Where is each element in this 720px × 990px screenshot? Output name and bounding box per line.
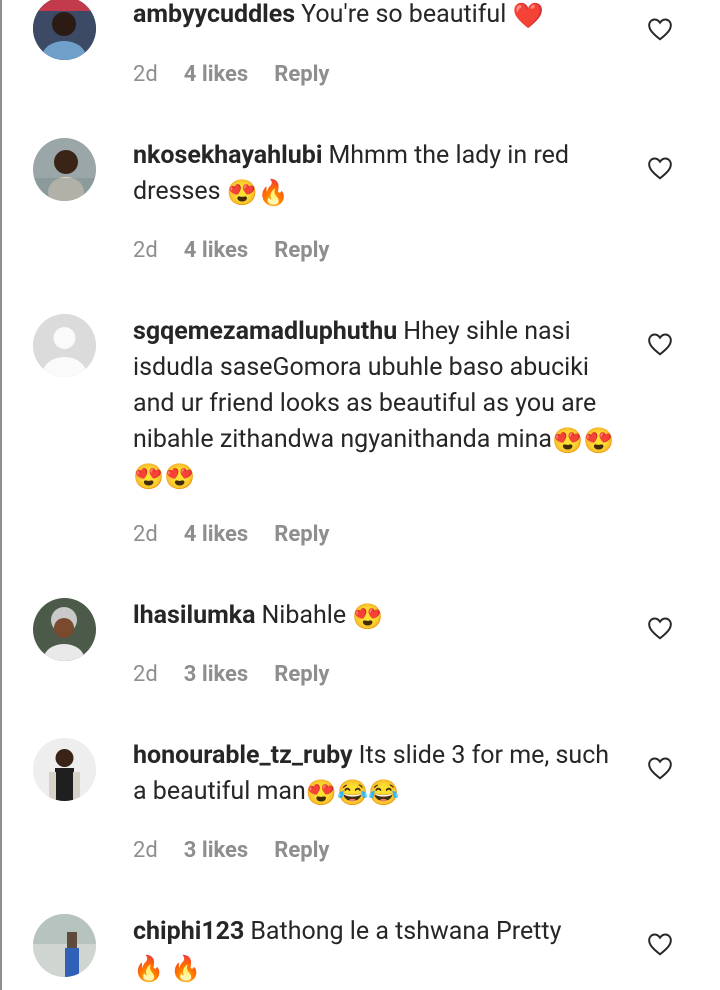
emoji: 🔥 [257,179,290,208]
heart-outline-icon[interactable] [647,17,673,41]
emoji: 😍 [133,463,165,492]
comment-message: Nibahle [261,601,347,630]
comment-username[interactable]: ambyycuddles [133,0,295,29]
avatar[interactable] [33,314,96,377]
heart-outline-icon[interactable] [647,756,673,780]
comment-meta: 2d 3 likes Reply [133,662,329,687]
comment-text: nkosekhayahlubi Mhmm the lady in red dres… [133,138,623,210]
emoji: 😍 [352,603,384,632]
comment-username[interactable]: honourable_tz_ruby [133,741,353,770]
emoji: 😂 [368,779,400,808]
reply-button[interactable]: Reply [274,662,329,687]
avatar[interactable] [33,738,96,801]
comment-meta: 2d 4 likes Reply [133,238,329,263]
comment-username[interactable]: lhasilumka [133,601,255,630]
comment-username[interactable]: chiphi123 [133,917,244,946]
comment-meta: 2d 3 likes Reply [133,838,329,863]
comment-username[interactable]: sgqemezamadluphuthu [133,317,397,346]
comment-meta: 2d 4 likes Reply [133,62,329,87]
comment-username[interactable]: nkosekhayahlubi [133,141,322,170]
comment-text: lhasilumka Nibahle 😍 [133,598,623,634]
comment-text: honourable_tz_ruby Its slide 3 for me, su… [133,738,623,810]
heart-outline-icon[interactable] [647,616,673,640]
emoji: 🔥 [133,955,165,984]
likes-count[interactable]: 4 likes [184,522,248,547]
left-edge-rule [0,0,2,990]
emoji: 😍 [226,179,258,208]
heart-outline-icon[interactable] [647,156,673,180]
comment-text: ambyycuddles You're so beautiful ❤️ [133,0,623,33]
comment-time: 2d [133,62,158,87]
comment-time: 2d [133,662,158,687]
comment-text: chiphi123 Bathong le a tshwana Pretty 🔥 🔥 [133,914,623,986]
likes-count[interactable]: 3 likes [184,838,248,863]
emoji: 😍 [551,427,584,456]
comment-time: 2d [133,522,158,547]
avatar[interactable] [33,0,96,60]
emoji: ❤️ [512,2,544,31]
likes-count[interactable]: 3 likes [184,662,248,687]
reply-button[interactable]: Reply [274,838,329,863]
heart-outline-icon[interactable] [647,332,673,356]
comment-message: Bathong le a tshwana Pretty [250,917,562,946]
reply-button[interactable]: Reply [274,62,329,87]
heart-outline-icon[interactable] [647,932,673,956]
avatar[interactable] [33,598,96,661]
emoji: 😍 [164,463,196,492]
emoji: 🔥 [170,955,202,984]
reply-button[interactable]: Reply [274,522,329,547]
avatar[interactable] [33,138,96,201]
likes-count[interactable]: 4 likes [184,62,248,87]
emoji: 😍 [305,779,337,808]
comment-message: You're so beautiful [301,0,507,29]
comment-meta: 2d 4 likes Reply [133,522,329,547]
comment-text: sgqemezamadluphuthu Hhey sihle nasi isdud… [133,314,623,494]
reply-button[interactable]: Reply [274,238,329,263]
comment-time: 2d [133,238,158,263]
likes-count[interactable]: 4 likes [184,238,248,263]
avatar[interactable] [33,914,96,977]
comment-time: 2d [133,838,158,863]
emoji: 😍 [583,427,615,456]
emoji: 😂 [336,779,369,808]
